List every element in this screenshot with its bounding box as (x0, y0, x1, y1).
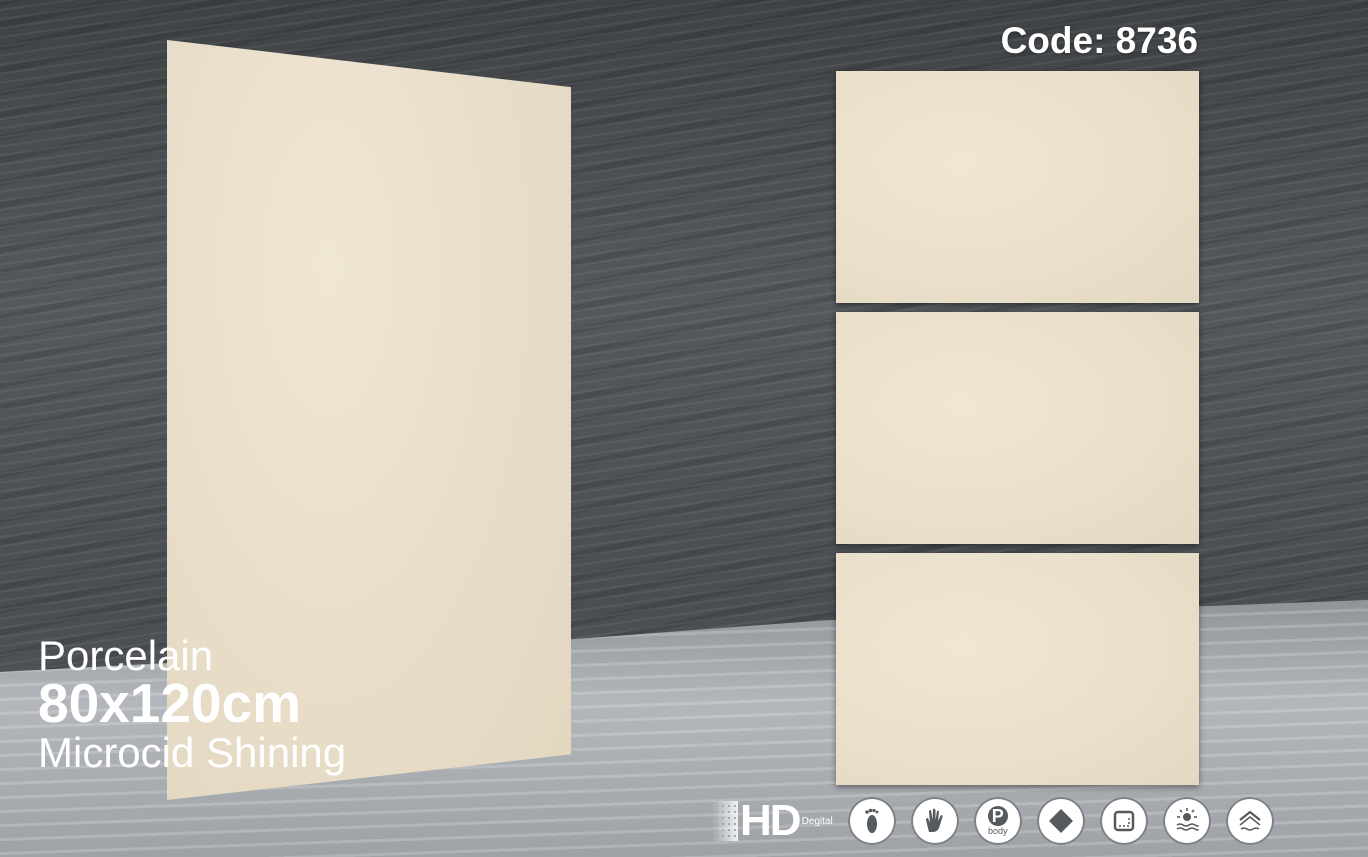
feature-icons: HD Degital P body (712, 796, 1274, 846)
porcelain-body-label: body (987, 826, 1008, 836)
water-absorption-icon (1225, 797, 1274, 845)
porcelain-p-label: P (987, 806, 1008, 826)
tile-sample-1 (836, 71, 1199, 303)
hd-label: HD (740, 796, 802, 845)
finish-label: Microcid Shining (38, 729, 347, 776)
size-label: 80x120cm (38, 672, 302, 734)
hd-sub-label: Degital (801, 815, 833, 827)
rectified-edge-icon (1099, 797, 1148, 845)
diamond-icon (1036, 797, 1085, 845)
pixel-mosaic-icon (712, 801, 738, 841)
tile-sample-2 (836, 312, 1199, 544)
product-info: Porcelain 80x120cm Microcid Shining (38, 633, 346, 779)
footprint-icon (847, 797, 896, 845)
hand-icon (910, 797, 959, 845)
hd-digital-icon: HD Degital (712, 796, 833, 846)
frost-resistant-icon (1162, 797, 1211, 845)
tile-sample-3 (836, 553, 1199, 785)
product-code: Code: 8736 (1000, 20, 1198, 61)
porcelain-body-icon: P body (973, 797, 1022, 845)
